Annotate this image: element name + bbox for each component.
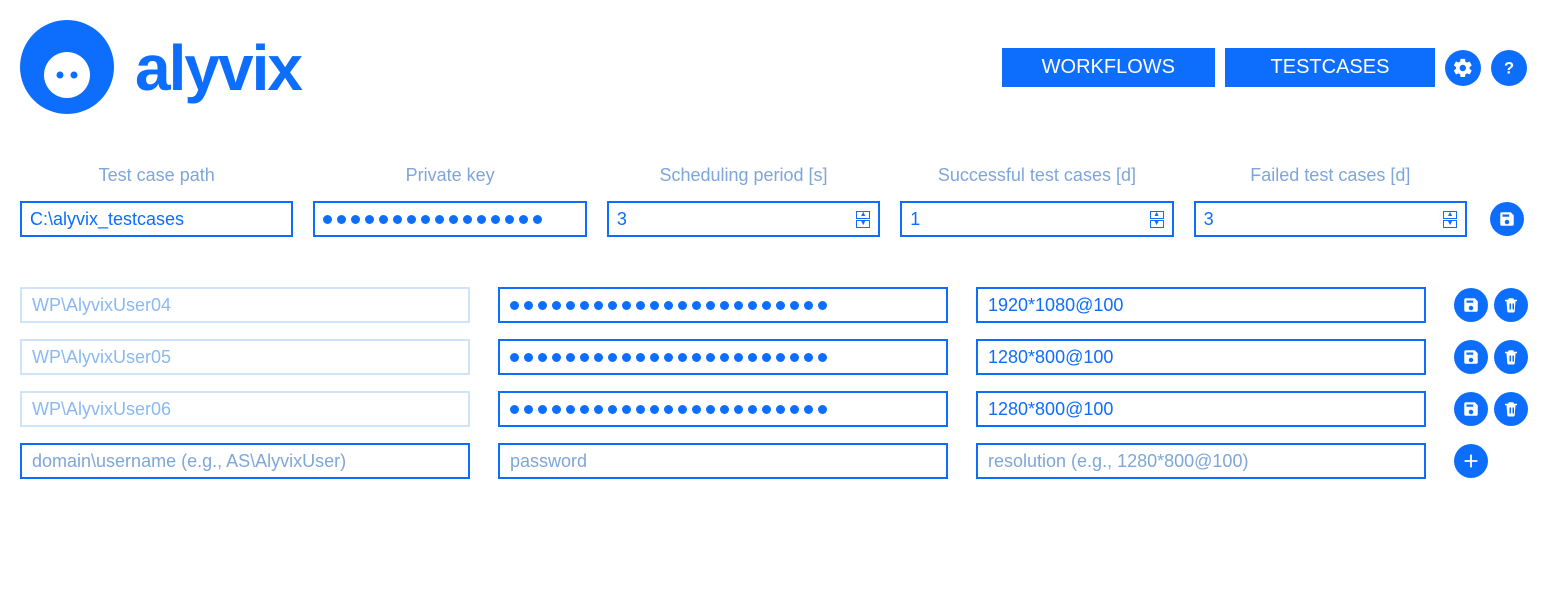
config-inputs: C:\alyvix_testcases 3 ▲▼ 1 ▲▼ 3 ▲▼: [20, 201, 1527, 237]
trash-icon: [1502, 296, 1520, 314]
save-config-button[interactable]: [1490, 202, 1524, 236]
resolution-input[interactable]: 1280*800@100: [976, 339, 1426, 375]
password-input[interactable]: [498, 287, 948, 323]
save-user-button[interactable]: [1454, 392, 1488, 426]
help-button[interactable]: ?: [1491, 50, 1527, 86]
svg-text:alyvix: alyvix: [135, 32, 303, 104]
label-success: Successful test cases [d]: [900, 165, 1173, 186]
new-username-input[interactable]: domain\username (e.g., AS\AlyvixUser): [20, 443, 470, 479]
spinner-control[interactable]: ▲▼: [856, 211, 870, 228]
add-user-button[interactable]: [1454, 444, 1488, 478]
label-period: Scheduling period [s]: [607, 165, 880, 186]
row-actions: [1454, 340, 1534, 374]
failed-days-input[interactable]: 3 ▲▼: [1194, 201, 1467, 237]
trash-icon: [1502, 348, 1520, 366]
label-path: Test case path: [20, 165, 293, 186]
private-key-mask: [323, 215, 542, 224]
placeholder-text: password: [510, 451, 587, 472]
testcases-tab[interactable]: TESTCASES: [1225, 48, 1435, 87]
username-input[interactable]: WP\AlyvixUser05: [20, 339, 470, 375]
save-icon: [1498, 210, 1516, 228]
password-input[interactable]: [498, 339, 948, 375]
new-user-row: domain\username (e.g., AS\AlyvixUser) pas…: [20, 443, 1527, 479]
password-mask: [510, 405, 827, 414]
brand-logo: alyvix: [20, 20, 330, 115]
successful-days-value: 1: [910, 209, 920, 230]
row-actions: [1454, 392, 1534, 426]
successful-days-input[interactable]: 1 ▲▼: [900, 201, 1173, 237]
resolution-input[interactable]: 1280*800@100: [976, 391, 1426, 427]
username-input[interactable]: WP\AlyvixUser06: [20, 391, 470, 427]
settings-button[interactable]: [1445, 50, 1481, 86]
label-key: Private key: [313, 165, 586, 186]
workflows-tab[interactable]: WORKFLOWS: [1002, 48, 1215, 87]
scheduling-period-value: 3: [617, 209, 627, 230]
resolution-input[interactable]: 1920*1080@100: [976, 287, 1426, 323]
spinner-control[interactable]: ▲▼: [1443, 211, 1457, 228]
password-mask: [510, 301, 827, 310]
placeholder-text: domain\username (e.g., AS\AlyvixUser): [32, 451, 346, 472]
delete-user-button[interactable]: [1494, 288, 1528, 322]
row-actions: [1454, 444, 1534, 478]
gear-icon: [1452, 57, 1474, 79]
test-case-path-input[interactable]: C:\alyvix_testcases: [20, 201, 293, 237]
save-icon: [1462, 400, 1480, 418]
trash-icon: [1502, 400, 1520, 418]
placeholder-text: resolution (e.g., 1280*800@100): [988, 451, 1248, 472]
private-key-input[interactable]: [313, 201, 586, 237]
plus-icon: [1460, 450, 1482, 472]
svg-text:?: ?: [1504, 59, 1514, 77]
row-actions: [1454, 288, 1534, 322]
user-row: WP\AlyvixUser04 1920*1080@100: [20, 287, 1527, 323]
users-section: WP\AlyvixUser041920*1080@100WP\AlyvixUse…: [0, 257, 1547, 499]
header-right: WORKFLOWS TESTCASES ?: [1002, 48, 1527, 87]
config-labels: Test case path Private key Scheduling pe…: [20, 165, 1527, 186]
delete-user-button[interactable]: [1494, 340, 1528, 374]
spinner-control[interactable]: ▲▼: [1150, 211, 1164, 228]
password-mask: [510, 353, 827, 362]
scheduling-period-input[interactable]: 3 ▲▼: [607, 201, 880, 237]
failed-days-value: 3: [1204, 209, 1214, 230]
password-input[interactable]: [498, 391, 948, 427]
save-icon: [1462, 348, 1480, 366]
new-resolution-input[interactable]: resolution (e.g., 1280*800@100): [976, 443, 1426, 479]
help-icon: ?: [1498, 57, 1520, 79]
new-password-input[interactable]: password: [498, 443, 948, 479]
save-icon: [1462, 296, 1480, 314]
config-section: Test case path Private key Scheduling pe…: [0, 125, 1547, 257]
header: alyvix WORKFLOWS TESTCASES ?: [0, 0, 1547, 125]
label-failed: Failed test cases [d]: [1194, 165, 1467, 186]
user-row: WP\AlyvixUser05 1280*800@100: [20, 339, 1527, 375]
username-input[interactable]: WP\AlyvixUser04: [20, 287, 470, 323]
delete-user-button[interactable]: [1494, 392, 1528, 426]
save-user-button[interactable]: [1454, 288, 1488, 322]
save-user-button[interactable]: [1454, 340, 1488, 374]
user-row: WP\AlyvixUser06 1280*800@100: [20, 391, 1527, 427]
